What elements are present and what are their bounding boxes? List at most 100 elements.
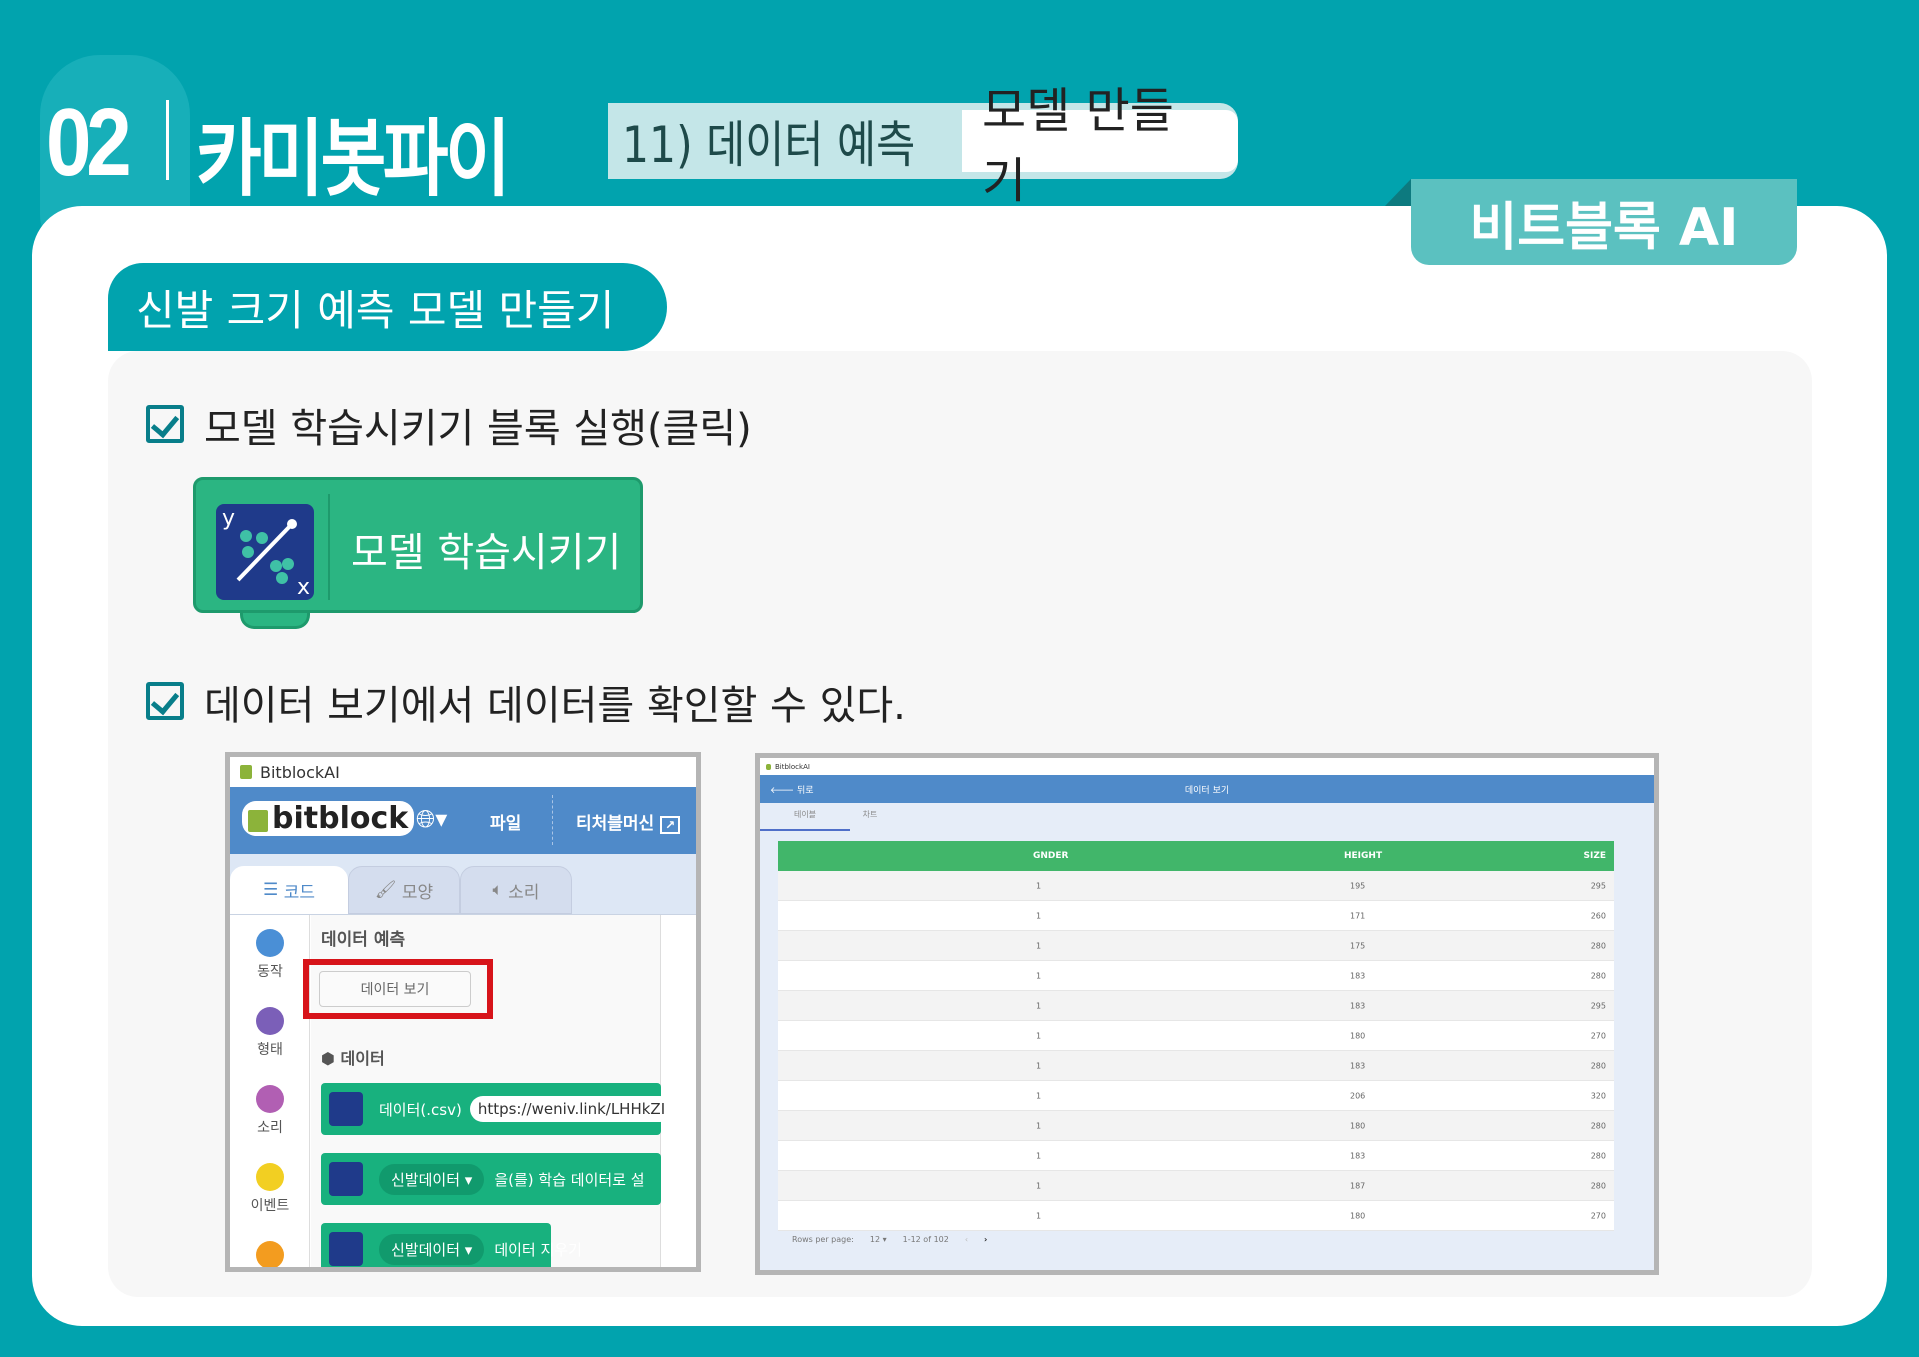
menu-teachable[interactable]: 티처블머신 ↗ — [576, 809, 681, 834]
table-cell: 1 — [1036, 941, 1042, 950]
load-csv-block[interactable]: 데이터(.csv) https://weniv.link/LHHkZI — [321, 1083, 674, 1135]
table-cell: 280 — [1590, 1061, 1606, 1070]
pagination: Rows per page: 12 ▾ 1-12 of 102 ‹ › — [792, 1235, 987, 1244]
table-row: 1 195 295 — [778, 871, 1614, 901]
table-cell: 183 — [1350, 1001, 1366, 1010]
dataset-dropdown[interactable]: 신발데이터 ▾ — [379, 1233, 485, 1265]
next-page-button[interactable]: › — [984, 1235, 987, 1244]
category-control[interactable] — [230, 1241, 310, 1267]
regression-icon — [329, 1232, 363, 1266]
category-events[interactable]: 이벤트 — [230, 1163, 310, 1215]
rows-per-page-label: Rows per page: — [792, 1235, 854, 1244]
brand-title: 카미봇파이 — [196, 110, 511, 208]
checkbox-icon — [146, 682, 184, 720]
bitblock-screenshot: BitblockAI bitblock 🌐︎▾ 파일 티처블머신 ↗ ☰ 코드 … — [225, 752, 701, 1272]
table-cell: 180 — [1350, 1031, 1366, 1040]
table-row: 1 183 280 — [778, 1141, 1614, 1171]
table-cell: 280 — [1590, 941, 1606, 950]
app-bar: 🡐 뒤로 데이터 보기 — [760, 775, 1654, 803]
category-looks[interactable]: 형태 — [230, 1007, 310, 1059]
menu-file[interactable]: 파일 — [490, 809, 521, 834]
category-list: 동작 형태 소리 이벤트 — [230, 915, 310, 1267]
table-cell: 1 — [1036, 1211, 1042, 1220]
page-range: 1-12 of 102 — [902, 1235, 949, 1244]
category-motion[interactable]: 동작 — [230, 929, 310, 981]
table-cell: 270 — [1590, 1211, 1606, 1220]
table-row: 1 180 280 — [778, 1111, 1614, 1141]
code-icon: ☰ — [263, 880, 284, 900]
table-cell: 295 — [1590, 881, 1606, 890]
view-data-button[interactable]: 데이터 보기 — [319, 971, 471, 1007]
window-titlebar: BitblockAI — [230, 757, 696, 787]
table-cell: 180 — [1350, 1211, 1366, 1220]
dataset-dropdown[interactable]: 신발데이터 ▾ — [379, 1163, 485, 1195]
tab-code[interactable]: ☰ 코드 — [230, 866, 348, 914]
table-cell: 1 — [1036, 1061, 1042, 1070]
table-cell: 1 — [1036, 1031, 1042, 1040]
category-sound[interactable]: 소리 — [230, 1085, 310, 1137]
tag-fold — [1385, 179, 1411, 206]
prev-page-button[interactable]: ‹ — [965, 1235, 968, 1244]
column-header[interactable]: HEIGHT — [1344, 851, 1382, 861]
table-cell: 280 — [1590, 1181, 1606, 1190]
csv-url-input[interactable]: https://weniv.link/LHHkZI — [469, 1096, 674, 1122]
table-cell: 1 — [1036, 881, 1042, 890]
column-header[interactable]: SIZE — [1583, 851, 1606, 861]
brush-icon: 🖌︎ — [374, 880, 402, 900]
regression-icon — [329, 1092, 363, 1126]
window-titlebar: BitblockAI — [760, 758, 1654, 775]
palette-title: 데이터 예측 — [321, 930, 406, 950]
table-cell: 195 — [1350, 881, 1366, 890]
table-row: 1 187 280 — [778, 1171, 1614, 1201]
block-label: 모델 학습시키기 — [351, 530, 622, 576]
table-cell: 1 — [1036, 911, 1042, 920]
tab-costume[interactable]: 🖌︎ 모양 — [348, 866, 460, 914]
menu-bar: bitblock 🌐︎▾ 파일 티처블머신 ↗ — [230, 787, 696, 854]
table-cell: 171 — [1350, 911, 1366, 920]
table-cell: 187 — [1350, 1181, 1366, 1190]
table-row: 1 175 280 — [778, 931, 1614, 961]
editor-tabs: ☰ 코드 🖌︎ 모양 🔈︎ 소리 — [230, 854, 696, 915]
data-section: ⬢ 데이터 — [321, 1049, 385, 1068]
tab-sound[interactable]: 🔈︎ 소리 — [460, 866, 572, 914]
table-cell: 1 — [1036, 1121, 1042, 1130]
table-cell: 1 — [1036, 1091, 1042, 1100]
table-row: 1 206 320 — [778, 1081, 1614, 1111]
cube-icon: ⬢ — [321, 1049, 341, 1068]
globe-icon[interactable]: 🌐︎▾ — [416, 805, 447, 833]
subtitle-box: 11) 데이터 예측 모델 만들기 — [608, 83, 1238, 209]
speaker-icon: 🔈︎ — [492, 880, 509, 900]
app-icon — [766, 763, 771, 770]
section-title: 신발 크기 예측 모델 만들기 — [108, 263, 667, 351]
table-row: 1 183 280 — [778, 961, 1614, 991]
table-cell: 280 — [1590, 1121, 1606, 1130]
divider — [166, 100, 169, 180]
table-cell: 280 — [1590, 971, 1606, 980]
table-row: 1 183 295 — [778, 991, 1614, 1021]
table-cell: 183 — [1350, 1061, 1366, 1070]
tab-table[interactable]: 테이블 — [760, 803, 850, 831]
train-model-block[interactable]: y x 모델 학습시키기 — [193, 477, 643, 613]
menu-divider — [552, 795, 553, 845]
column-header[interactable]: GNDER — [1033, 851, 1068, 861]
back-button[interactable]: 🡐 뒤로 — [770, 783, 814, 796]
subtitle: 11) 데이터 예측 — [622, 116, 916, 174]
rows-per-page-select[interactable]: 12 ▾ — [870, 1235, 887, 1244]
table-cell: 183 — [1350, 1151, 1366, 1160]
table-cell: 1 — [1036, 1151, 1042, 1160]
tab-chart[interactable]: 차트 — [850, 803, 890, 831]
table-cell: 175 — [1350, 941, 1366, 950]
clear-data-block[interactable]: 신발데이터 ▾ 데이터 지우기 — [321, 1223, 582, 1267]
set-training-data-block[interactable]: 신발데이터 ▾ 을(를) 학습 데이터로 설 — [321, 1153, 661, 1205]
data-table: GNDER HEIGHT SIZE 1 195 295 1 171 260 1 175 280 1… — [778, 841, 1614, 1231]
window-title: BitblockAI — [775, 762, 810, 771]
chapter-number: 02 — [46, 89, 132, 196]
table-cell: 280 — [1590, 1151, 1606, 1160]
table-row: 1 180 270 — [778, 1021, 1614, 1051]
table-row: 1 183 280 — [778, 1051, 1614, 1081]
table-cell: 180 — [1350, 1121, 1366, 1130]
table-header: GNDER HEIGHT SIZE — [778, 841, 1614, 871]
bitblock-logo[interactable]: bitblock — [242, 801, 415, 836]
app-icon — [240, 765, 252, 779]
scatter-line-icon — [236, 519, 297, 584]
